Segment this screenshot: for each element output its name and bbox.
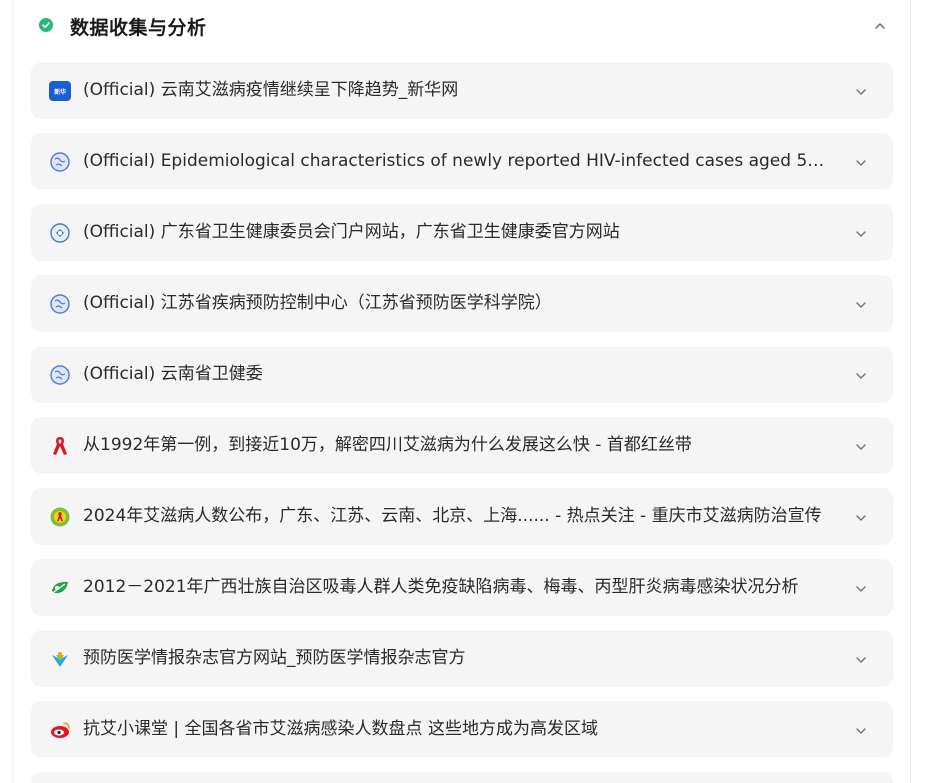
- chevron-down-icon[interactable]: [854, 652, 868, 666]
- aids-prevention-logo-icon: [49, 506, 71, 528]
- chevron-down-icon[interactable]: [854, 226, 868, 240]
- chevron-down-icon[interactable]: [854, 723, 868, 737]
- globe-icon: [49, 364, 71, 386]
- source-item[interactable]: 抗艾小课堂 | 全国各省市艾滋病感染人数盘点 这些地方成为高发区域: [31, 701, 893, 758]
- chevron-down-icon[interactable]: [854, 155, 868, 169]
- sina-logo-icon: [49, 719, 71, 741]
- source-item[interactable]: (Official) Epidemiological characteristi…: [31, 133, 893, 190]
- check-circle-icon: [39, 18, 53, 32]
- chevron-down-icon[interactable]: [854, 439, 868, 453]
- source-title: (Official) 云南艾滋病疫情继续呈下降趋势_新华网: [83, 80, 459, 100]
- red-ribbon-icon: [49, 435, 71, 457]
- source-item[interactable]: (Official) 江苏省疾病预防控制中心（江苏省预防医学科学院）: [31, 275, 893, 332]
- collapsible-section: 数据收集与分析 新华 (Official) 云南艾滋病疫情继续呈下降趋势_新华网…: [12, 0, 911, 783]
- chevron-down-icon[interactable]: [854, 510, 868, 524]
- xinhua-logo-icon: 新华: [49, 80, 71, 102]
- source-item[interactable]: 新华 (Official) 云南艾滋病疫情继续呈下降趋势_新华网: [31, 62, 893, 119]
- source-title: (Official) 广东省卫生健康委员会门户网站，广东省卫生健康委官方网站: [83, 222, 620, 242]
- source-item[interactable]: 2024年艾滋病人数公布，广东、江苏、云南、北京、上海...... - 热点关注…: [31, 488, 893, 545]
- journal-logo-icon: [49, 648, 71, 670]
- chevron-down-icon[interactable]: [854, 297, 868, 311]
- chevron-down-icon[interactable]: [854, 581, 868, 595]
- source-title: 2012－2021年广西壮族自治区吸毒人群人类免疫缺陷病毒、梅毒、丙型肝炎病毒感…: [83, 577, 799, 597]
- globe-icon: [49, 151, 71, 173]
- source-title: (Official) Epidemiological characteristi…: [83, 151, 831, 171]
- guangdong-health-logo-icon: [49, 222, 71, 244]
- section-title: 数据收集与分析: [70, 17, 207, 39]
- leaf-logo-icon: [49, 577, 71, 599]
- source-item-partial[interactable]: [31, 772, 893, 783]
- source-title: (Official) 云南省卫健委: [83, 364, 263, 384]
- source-item[interactable]: 从1992年第一例，到接近10万，解密四川艾滋病为什么发展这么快 - 首都红丝带: [31, 417, 893, 474]
- source-title: (Official) 江苏省疾病预防控制中心（江苏省预防医学科学院）: [83, 293, 552, 313]
- source-item[interactable]: 2012－2021年广西壮族自治区吸毒人群人类免疫缺陷病毒、梅毒、丙型肝炎病毒感…: [31, 559, 893, 616]
- source-title: 从1992年第一例，到接近10万，解密四川艾滋病为什么发展这么快 - 首都红丝带: [83, 435, 692, 455]
- section-header[interactable]: 数据收集与分析: [13, 0, 910, 50]
- source-title: 2024年艾滋病人数公布，广东、江苏、云南、北京、上海...... - 热点关注…: [83, 506, 822, 526]
- source-item[interactable]: 预防医学情报杂志官方网站_预防医学情报杂志官方: [31, 630, 893, 687]
- source-title: 抗艾小课堂 | 全国各省市艾滋病感染人数盘点 这些地方成为高发区域: [83, 719, 598, 739]
- source-title: 预防医学情报杂志官方网站_预防医学情报杂志官方: [83, 648, 466, 668]
- chevron-down-icon[interactable]: [854, 84, 868, 98]
- chevron-up-icon[interactable]: [873, 18, 887, 32]
- globe-icon: [49, 293, 71, 315]
- source-item[interactable]: (Official) 云南省卫健委: [31, 346, 893, 403]
- chevron-down-icon[interactable]: [854, 368, 868, 382]
- source-item[interactable]: (Official) 广东省卫生健康委员会门户网站，广东省卫生健康委官方网站: [31, 204, 893, 261]
